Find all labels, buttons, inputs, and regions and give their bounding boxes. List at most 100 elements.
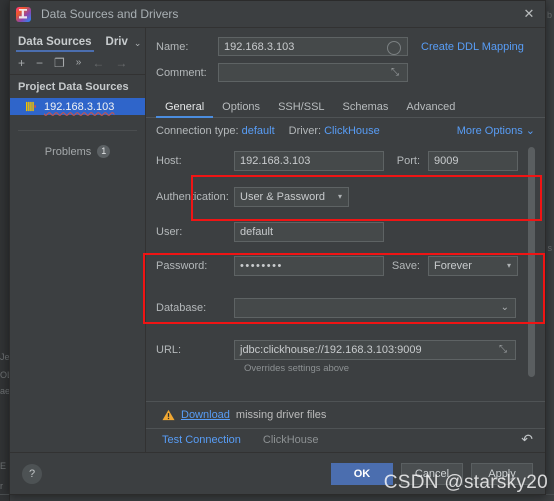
user-input[interactable]: default — [234, 222, 384, 242]
comment-input[interactable]: ⤡ — [218, 63, 408, 82]
forward-arrow-icon[interactable]: → — [115, 57, 127, 69]
chevron-down-icon: ⌄ — [525, 125, 535, 137]
connection-type-value[interactable]: default — [242, 125, 275, 137]
password-label: Password: — [156, 260, 208, 272]
tab-data-sources[interactable]: Data Sources — [16, 36, 94, 52]
save-value: Forever — [434, 260, 472, 272]
user-row: User: default — [156, 222, 521, 242]
color-swatch-icon[interactable] — [387, 41, 401, 55]
remove-icon[interactable]: − — [36, 57, 43, 69]
sidebar-tabs-chevron-down-icon[interactable]: ⌄ — [134, 38, 142, 49]
apply-button[interactable]: Apply — [471, 462, 533, 485]
connection-type-group: Connection type: default — [156, 125, 275, 137]
tab-general[interactable]: General — [156, 101, 214, 118]
save-label: Save: — [391, 260, 420, 272]
identity-form: Name: 192.168.3.103 Create DDL Mapping C… — [146, 28, 545, 91]
settings-scroll-area: Host: 192.168.3.103 Port: 9009 Authentic… — [146, 141, 545, 401]
name-label: Name: — [156, 40, 189, 53]
chevron-down-icon: ⌄ — [500, 302, 509, 313]
authentication-value: User & Password — [240, 191, 325, 203]
dialog-footer: ? OK Cancel Apply — [10, 452, 545, 494]
duplicate-icon[interactable]: ❐ — [54, 57, 65, 69]
footer-buttons: OK Cancel Apply — [331, 462, 533, 485]
revert-icon[interactable]: ↶ — [521, 431, 533, 448]
sidebar-item-192-168-3-103[interactable]: 192.168.3.103 — [10, 98, 145, 115]
settings-tabstrip: General Options SSH/SSL Schemas Advanced — [146, 95, 545, 118]
settings-scrollbar-thumb[interactable] — [528, 147, 535, 377]
sidebar-item-label: 192.168.3.103 — [44, 100, 115, 113]
user-label: User: — [156, 226, 183, 238]
tab-schemas[interactable]: Schemas — [334, 101, 398, 117]
bg-ghost-text-4: r — [0, 481, 3, 491]
problems-count-badge: 1 — [97, 145, 111, 158]
port-input[interactable]: 9009 — [428, 151, 518, 171]
create-ddl-mapping-link[interactable]: Create DDL Mapping — [421, 41, 524, 53]
close-icon[interactable]: ✕ — [521, 6, 537, 22]
download-driver-link[interactable]: Download — [181, 409, 230, 421]
comment-row: Comment: ⤡ — [156, 63, 535, 82]
dropdown-arrow-icon: ▾ — [337, 192, 342, 201]
problems-label: Problems — [44, 145, 92, 158]
clickhouse-icon — [26, 101, 36, 112]
url-input-value: jdbc:clickhouse://192.168.3.103:9009 — [240, 344, 422, 356]
url-input[interactable]: jdbc:clickhouse://192.168.3.103:9009 ⤡ — [234, 340, 516, 360]
database-select[interactable]: ⌄ — [234, 298, 516, 318]
name-input[interactable]: 192.168.3.103 — [218, 37, 408, 56]
password-input-value: •••••••• — [240, 260, 283, 272]
ok-button[interactable]: OK — [331, 462, 393, 485]
cancel-button[interactable]: Cancel — [401, 462, 463, 485]
authentication-select[interactable]: User & Password ▾ — [234, 187, 349, 207]
url-row: URL: jdbc:clickhouse://192.168.3.103:900… — [156, 340, 521, 360]
dropdown-arrow-icon: ▾ — [506, 261, 511, 270]
settings-fields: Host: 192.168.3.103 Port: 9009 Authentic… — [146, 141, 545, 374]
settings-scrollbar-track[interactable] — [528, 147, 540, 395]
active-driver-label: ClickHouse — [262, 434, 319, 446]
expand-icon[interactable]: ⤡ — [499, 344, 510, 355]
test-connection-row: Test Connection ClickHouse ↶ — [146, 429, 545, 452]
database-row: Database: ⌄ — [156, 298, 521, 318]
expand-icon[interactable]: ⤡ — [391, 67, 402, 78]
database-label: Database: — [156, 302, 207, 314]
connection-summary-row: Connection type: default Driver: ClickHo… — [146, 118, 545, 141]
host-port-row: Host: 192.168.3.103 Port: 9009 — [156, 151, 521, 171]
host-input-value: 192.168.3.103 — [240, 155, 311, 167]
problems-row[interactable]: Problems 1 — [10, 145, 145, 158]
port-label: Port: — [396, 155, 420, 167]
help-button[interactable]: ? — [22, 463, 42, 484]
back-arrow-icon[interactable]: ← — [92, 57, 104, 69]
dialog-body: Data Sources Driv ⌄ + − ❐ » ← → Project … — [10, 28, 545, 452]
url-label: URL: — [156, 344, 182, 356]
driver-value[interactable]: ClickHouse — [324, 125, 380, 137]
host-label: Host: — [156, 155, 182, 167]
tab-drivers[interactable]: Driv — [106, 36, 128, 52]
add-icon[interactable]: + — [18, 57, 25, 69]
user-input-value: default — [240, 226, 274, 238]
connection-type-label: Connection type: — [156, 124, 239, 137]
driver-label: Driver: — [288, 124, 322, 137]
tab-options[interactable]: Options — [213, 101, 269, 117]
authentication-row: Authentication: User & Password ▾ — [156, 187, 521, 207]
tab-advanced[interactable]: Advanced — [397, 101, 464, 117]
save-select[interactable]: Forever ▾ — [428, 256, 518, 276]
dialog-title: Data Sources and Drivers — [41, 7, 179, 21]
test-connection-link[interactable]: Test Connection — [162, 434, 241, 446]
data-sources-dialog: Data Sources and Drivers ✕ Data Sources … — [9, 0, 546, 495]
password-input[interactable]: •••••••• — [234, 256, 384, 276]
dialog-titlebar: Data Sources and Drivers ✕ — [10, 1, 545, 28]
download-driver-text: missing driver files — [235, 409, 327, 421]
sidebar-tabs: Data Sources Driv ⌄ — [10, 28, 145, 52]
warning-triangle-icon — [162, 409, 175, 421]
url-hint: Overrides settings above — [244, 363, 350, 374]
settings-pane: Name: 192.168.3.103 Create DDL Mapping C… — [143, 28, 545, 452]
name-input-value: 192.168.3.103 — [224, 40, 295, 53]
more-icon[interactable]: » — [76, 58, 82, 68]
password-row: Password: •••••••• Save: Forever ▾ — [156, 256, 521, 276]
more-options-button[interactable]: More Options ⌄ — [457, 124, 535, 137]
host-input[interactable]: 192.168.3.103 — [234, 151, 384, 171]
bg-right-label-0: b — [546, 10, 552, 20]
tab-ssh-ssl[interactable]: SSH/SSL — [269, 101, 333, 117]
more-options-label: More Options — [456, 125, 523, 137]
bg-right-label-1: s — [547, 243, 553, 253]
name-row: Name: 192.168.3.103 Create DDL Mapping — [156, 37, 535, 56]
comment-label: Comment: — [156, 66, 207, 79]
